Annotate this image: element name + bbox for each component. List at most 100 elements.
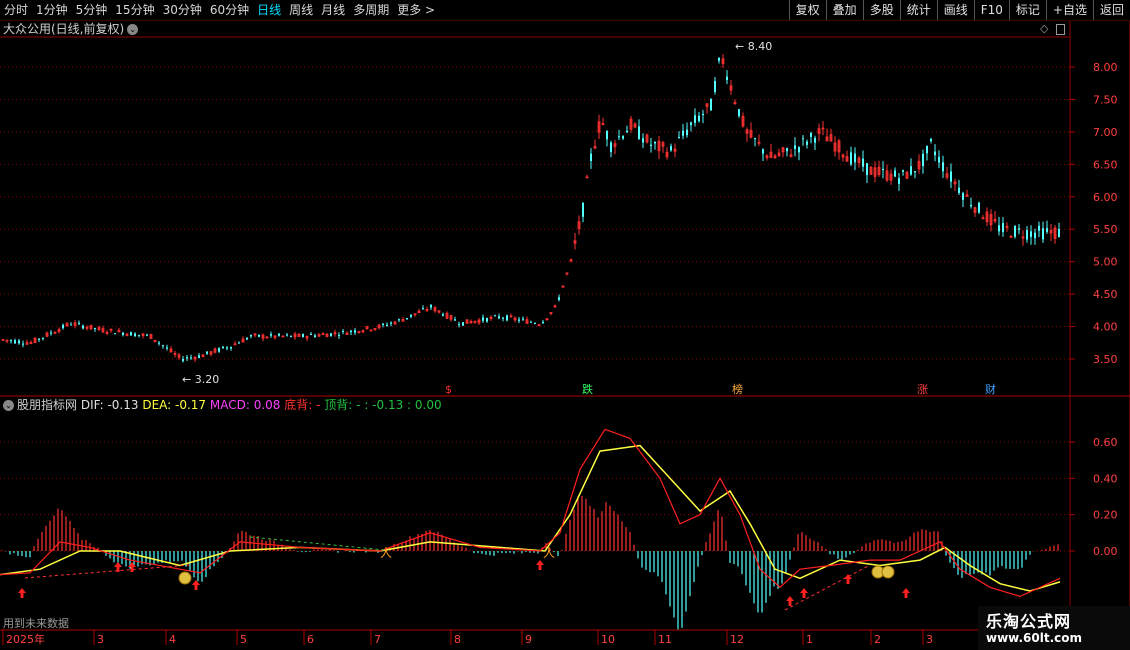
future-data-label: 用到未来数据 bbox=[3, 617, 69, 630]
up-arrow-icon bbox=[192, 580, 200, 590]
period-tabs: 分时 1分钟 5分钟 15分钟 30分钟 60分钟 日线 周线 月线 多周期 更多 > bbox=[0, 0, 439, 20]
event-marker: 涨 bbox=[917, 383, 928, 396]
candle-body bbox=[938, 156, 940, 163]
period-tab-5[interactable]: 60分钟 bbox=[206, 0, 253, 20]
candle-body bbox=[914, 171, 916, 173]
candle-body bbox=[486, 318, 488, 322]
candle-body bbox=[166, 347, 168, 349]
macd-tick-label: 0.20 bbox=[1093, 509, 1118, 522]
candle-body bbox=[230, 346, 232, 349]
candle-body bbox=[406, 318, 408, 320]
toolbar-button-1[interactable]: 叠加 bbox=[825, 0, 863, 20]
date-tick-label: 6 bbox=[307, 633, 314, 646]
candle-body bbox=[246, 338, 248, 340]
period-tab-6[interactable]: 日线 bbox=[253, 0, 285, 20]
candle-body bbox=[866, 163, 868, 175]
period-tab-1[interactable]: 1分钟 bbox=[32, 0, 72, 20]
diamond-icon[interactable]: ◇ bbox=[1040, 22, 1048, 35]
candle-body bbox=[794, 145, 796, 149]
price-tick-label: 3.50 bbox=[1093, 353, 1118, 366]
candle-body bbox=[622, 136, 624, 139]
candle-body bbox=[642, 138, 644, 143]
toolbar-button-8[interactable]: 返回 bbox=[1092, 0, 1130, 20]
period-tab-10[interactable]: 更多 > bbox=[393, 0, 439, 20]
period-tab-3[interactable]: 15分钟 bbox=[111, 0, 158, 20]
price-tick-label: 7.00 bbox=[1093, 126, 1118, 139]
candle-body bbox=[694, 115, 696, 123]
candle-body bbox=[398, 319, 400, 321]
candle-body bbox=[206, 351, 208, 354]
chevron-down-icon[interactable]: ⌄ bbox=[3, 400, 14, 411]
candle-body bbox=[902, 170, 904, 172]
bottom-divergence-label: 底背: - bbox=[284, 398, 321, 412]
toolbar-button-7[interactable]: +自选 bbox=[1045, 0, 1093, 20]
toolbar-button-2[interactable]: 多股 bbox=[862, 0, 900, 20]
candle-body bbox=[558, 297, 560, 300]
toolbar-button-3[interactable]: 统计 bbox=[899, 0, 937, 20]
runner-icon: 人 bbox=[380, 546, 392, 560]
date-tick-label: 7 bbox=[374, 633, 381, 646]
toolbar-button-4[interactable]: 画线 bbox=[936, 0, 974, 20]
candle-body bbox=[690, 122, 692, 125]
macd-tick-label: 0.00 bbox=[1093, 545, 1118, 558]
watermark-title: 乐淘公式网 bbox=[986, 612, 1072, 631]
candle-body bbox=[534, 323, 536, 325]
candle-body bbox=[798, 147, 800, 153]
event-marker: 财 bbox=[985, 382, 996, 396]
indicator-tail-values: : -0.13 : 0.00 bbox=[364, 398, 442, 412]
candle-body bbox=[682, 130, 684, 136]
candle-body bbox=[678, 137, 680, 139]
up-arrow-icon bbox=[902, 588, 910, 598]
candle-body bbox=[278, 333, 280, 336]
candle-body bbox=[62, 324, 64, 329]
candle-body bbox=[14, 340, 16, 344]
candle-body bbox=[738, 109, 740, 117]
candle-body bbox=[310, 333, 312, 335]
toolbar-button-0[interactable]: 复权 bbox=[788, 0, 826, 20]
indicator-name: 股朋指标网 bbox=[17, 398, 78, 412]
candle-body bbox=[22, 343, 24, 345]
candle-body bbox=[258, 334, 260, 337]
candle-body bbox=[70, 324, 72, 326]
candle-body bbox=[494, 315, 496, 317]
candle-body bbox=[422, 308, 424, 310]
window-icon[interactable] bbox=[1056, 24, 1065, 35]
candle-body bbox=[998, 225, 1000, 232]
candle-body bbox=[186, 357, 188, 359]
stock-title[interactable]: 大众公用(日线,前复权) ⌄ bbox=[3, 21, 139, 37]
candle-body bbox=[610, 142, 612, 152]
low-price-label: ← 3.20 bbox=[182, 373, 219, 386]
toolbar-button-6[interactable]: 标记 bbox=[1008, 0, 1046, 20]
period-tab-2[interactable]: 5分钟 bbox=[72, 0, 112, 20]
divergence-line bbox=[24, 564, 191, 579]
period-tab-8[interactable]: 月线 bbox=[317, 0, 349, 20]
candle-body bbox=[1030, 231, 1032, 237]
candle-body bbox=[42, 337, 44, 339]
period-tab-7[interactable]: 周线 bbox=[285, 0, 317, 20]
date-tick-label: 11 bbox=[658, 633, 672, 646]
candle-body bbox=[38, 338, 40, 340]
candle-body bbox=[894, 170, 896, 177]
candle-body bbox=[882, 169, 884, 171]
toolbar-button-5[interactable]: F10 bbox=[973, 0, 1009, 20]
candle-body bbox=[522, 318, 524, 320]
candle-body bbox=[802, 138, 804, 140]
price-tick-label: 5.00 bbox=[1093, 256, 1118, 269]
candle-body bbox=[1026, 230, 1028, 240]
candle-body bbox=[530, 321, 532, 323]
indicator-title[interactable]: ⌄ 股朋指标网 DIF: -0.13 DEA: -0.17 MACD: 0.08 … bbox=[3, 398, 442, 413]
candle-body bbox=[238, 342, 240, 344]
candle-body bbox=[654, 141, 656, 144]
candle-body bbox=[94, 328, 96, 330]
candle-body bbox=[786, 147, 788, 152]
candle-body bbox=[922, 153, 924, 167]
runner-icon: 人 bbox=[543, 546, 555, 560]
price-tick-label: 6.00 bbox=[1093, 191, 1118, 204]
candle-body bbox=[386, 324, 388, 326]
period-tab-9[interactable]: 多周期 bbox=[349, 0, 393, 20]
candle-body bbox=[898, 178, 900, 184]
price-tick-label: 7.50 bbox=[1093, 93, 1118, 106]
period-tab-4[interactable]: 30分钟 bbox=[159, 0, 206, 20]
period-tab-0[interactable]: 分时 bbox=[0, 0, 32, 20]
chevron-down-icon[interactable]: ⌄ bbox=[127, 24, 139, 35]
